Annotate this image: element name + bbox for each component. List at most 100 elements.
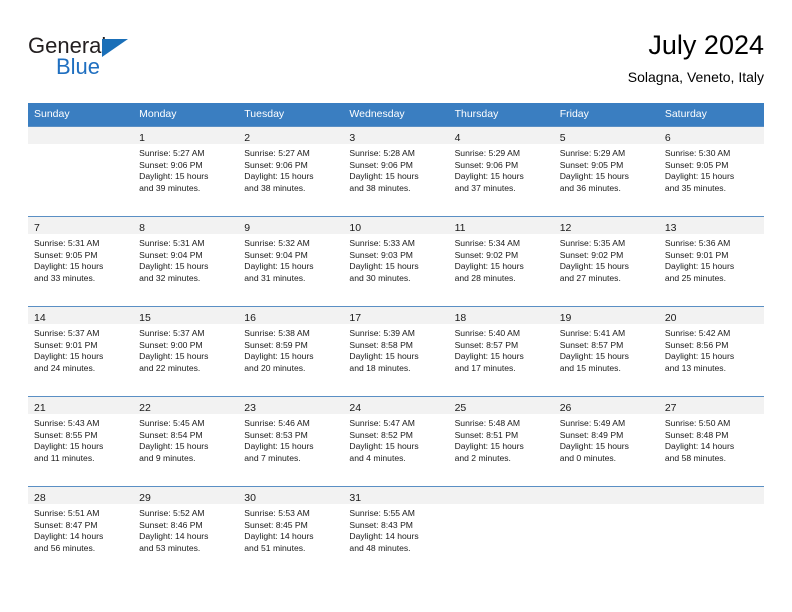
sunset-text: Sunset: 8:43 PM bbox=[349, 519, 413, 530]
daylight-text-line2: and 38 minutes. bbox=[244, 182, 306, 193]
sunrise-text: Sunrise: 5:29 AM bbox=[454, 148, 521, 158]
day-details: Sunrise: 5:34 AM Sunset: 9:02 PM Daylight:… bbox=[449, 234, 554, 284]
calendar-day-cell[interactable]: 9 Sunrise: 5:32 AM Sunset: 9:04 PM Daylight… bbox=[238, 216, 344, 306]
sunrise-text: Sunrise: 5:50 AM bbox=[664, 418, 731, 428]
sunset-text: Sunset: 8:57 PM bbox=[454, 339, 519, 350]
calendar-day-cell[interactable]: 12 Sunrise: 5:35 AM Sunset: 9:02 PM Dayligh… bbox=[553, 216, 659, 306]
sunrise-text: Sunrise: 5:39 AM bbox=[349, 328, 415, 338]
day-details: Sunrise: 5:50 AM Sunset: 8:48 PM Daylight:… bbox=[659, 414, 764, 464]
calendar-day-cell[interactable]: 10 Sunrise: 5:33 AM Sunset: 9:03 PM Dayligh… bbox=[343, 216, 449, 306]
day-number: 23 bbox=[244, 402, 256, 414]
sunrise-text: Sunrise: 5:43 AM bbox=[34, 418, 100, 428]
calendar-day-cell[interactable]: 4 Sunrise: 5:29 AM Sunset: 9:06 PM Daylight… bbox=[448, 126, 554, 216]
daylight-text-line1: Daylight: 15 hours bbox=[559, 351, 629, 362]
daylight-text-line2: and 36 minutes. bbox=[559, 182, 621, 193]
day-details: Sunrise: 5:29 AM Sunset: 9:06 PM Daylight:… bbox=[449, 144, 554, 194]
daylight-text-line2: and 7 minutes. bbox=[244, 452, 301, 463]
daylight-text-line2: and 28 minutes. bbox=[454, 272, 516, 283]
calendar-week-row: 1 Sunrise: 5:27 AM Sunset: 9:06 PM Daylight… bbox=[28, 126, 764, 216]
day-details: Sunrise: 5:42 AM Sunset: 8:56 PM Daylight:… bbox=[659, 324, 764, 374]
day-details: Sunrise: 5:27 AM Sunset: 9:06 PM Daylight:… bbox=[133, 144, 238, 194]
calendar-day-cell[interactable]: 27 Sunrise: 5:50 AM Sunset: 8:48 PM Dayligh… bbox=[658, 396, 764, 486]
daylight-text-line2: and 11 minutes. bbox=[34, 452, 95, 463]
daylight-text-line2: and 37 minutes. bbox=[454, 182, 516, 193]
day-number: 11 bbox=[454, 222, 466, 234]
day-number-band: 25 bbox=[448, 397, 554, 414]
calendar-day-cell[interactable]: 22 Sunrise: 5:45 AM Sunset: 8:54 PM Dayligh… bbox=[133, 396, 239, 486]
daylight-text-line2: and 38 minutes. bbox=[349, 182, 411, 193]
calendar-day-cell[interactable]: 28 Sunrise: 5:51 AM Sunset: 8:47 PM Dayligh… bbox=[28, 486, 134, 576]
daylight-text-line1: Daylight: 15 hours bbox=[454, 441, 524, 452]
daylight-text-line1: Daylight: 15 hours bbox=[454, 351, 524, 362]
sunset-text: Sunset: 8:51 PM bbox=[454, 429, 519, 440]
calendar-day-cell[interactable]: 16 Sunrise: 5:38 AM Sunset: 8:59 PM Dayligh… bbox=[238, 306, 344, 396]
page-title: July 2024 bbox=[648, 30, 764, 60]
day-details: Sunrise: 5:36 AM Sunset: 9:01 PM Daylight:… bbox=[659, 234, 764, 284]
calendar-day-cell[interactable]: 14 Sunrise: 5:37 AM Sunset: 9:01 PM Dayligh… bbox=[28, 306, 134, 396]
sunrise-text: Sunrise: 5:34 AM bbox=[454, 238, 521, 248]
calendar-week-row: 14 Sunrise: 5:37 AM Sunset: 9:01 PM Dayligh… bbox=[28, 306, 764, 396]
day-number-band: 13 bbox=[658, 217, 764, 234]
day-number: 2 bbox=[244, 132, 251, 144]
day-number: 31 bbox=[349, 492, 362, 504]
calendar-day-cell[interactable]: 1 Sunrise: 5:27 AM Sunset: 9:06 PM Daylight… bbox=[133, 126, 239, 216]
calendar-day-cell[interactable]: 24 Sunrise: 5:47 AM Sunset: 8:52 PM Dayligh… bbox=[343, 396, 449, 486]
daylight-text-line2: and 30 minutes. bbox=[349, 272, 411, 283]
calendar-day-cell[interactable]: 25 Sunrise: 5:48 AM Sunset: 8:51 PM Dayligh… bbox=[448, 396, 554, 486]
sunset-text: Sunset: 8:46 PM bbox=[139, 519, 203, 530]
calendar-day-cell[interactable]: 17 Sunrise: 5:39 AM Sunset: 8:58 PM Dayligh… bbox=[343, 306, 449, 396]
daylight-text-line1: Daylight: 15 hours bbox=[244, 441, 314, 452]
sunset-text: Sunset: 8:49 PM bbox=[559, 429, 624, 440]
day-number-band: 24 bbox=[343, 397, 449, 414]
calendar-day-cell[interactable]: 31 Sunrise: 5:55 AM Sunset: 8:43 PM Dayligh… bbox=[343, 486, 449, 576]
daylight-text-line2: and 17 minutes. bbox=[454, 362, 516, 373]
calendar-day-cell[interactable]: 21 Sunrise: 5:43 AM Sunset: 8:55 PM Dayligh… bbox=[28, 396, 134, 486]
sunrise-text: Sunrise: 5:31 AM bbox=[139, 238, 205, 248]
sunrise-text: Sunrise: 5:45 AM bbox=[139, 418, 205, 428]
calendar-day-cell[interactable]: 18 Sunrise: 5:40 AM Sunset: 8:57 PM Dayligh… bbox=[448, 306, 554, 396]
day-number: 25 bbox=[454, 402, 467, 414]
calendar-day-cell[interactable]: 20 Sunrise: 5:42 AM Sunset: 8:56 PM Dayligh… bbox=[658, 306, 764, 396]
daylight-text-line1: Daylight: 15 hours bbox=[244, 171, 314, 182]
calendar-day-cell[interactable]: 6 Sunrise: 5:30 AM Sunset: 9:05 PM Daylight… bbox=[658, 126, 764, 216]
calendar-day-cell[interactable]: 13 Sunrise: 5:36 AM Sunset: 9:01 PM Dayligh… bbox=[658, 216, 764, 306]
calendar-day-cell[interactable]: 15 Sunrise: 5:37 AM Sunset: 9:00 PM Dayligh… bbox=[133, 306, 239, 396]
sunrise-text: Sunrise: 5:47 AM bbox=[349, 418, 415, 428]
day-details: Sunrise: 5:47 AM Sunset: 8:52 PM Daylight:… bbox=[343, 414, 448, 464]
sunset-text: Sunset: 9:06 PM bbox=[349, 159, 413, 170]
calendar-day-cell[interactable]: 7 Sunrise: 5:31 AM Sunset: 9:05 PM Daylight… bbox=[28, 216, 134, 306]
day-number: 22 bbox=[139, 402, 151, 414]
calendar-day-cell[interactable]: 26 Sunrise: 5:49 AM Sunset: 8:49 PM Dayligh… bbox=[553, 396, 659, 486]
daylight-text-line1: Daylight: 15 hours bbox=[34, 441, 104, 452]
day-number-band: 31 bbox=[343, 487, 449, 504]
calendar-day-cell[interactable]: 11 Sunrise: 5:34 AM Sunset: 9:02 PM Dayligh… bbox=[448, 216, 554, 306]
sunrise-text: Sunrise: 5:52 AM bbox=[139, 508, 205, 518]
calendar-day-cell[interactable]: 23 Sunrise: 5:46 AM Sunset: 8:53 PM Dayligh… bbox=[238, 396, 344, 486]
sunrise-text: Sunrise: 5:27 AM bbox=[244, 148, 310, 158]
day-number: 20 bbox=[664, 312, 677, 324]
calendar-day-cell[interactable]: 19 Sunrise: 5:41 AM Sunset: 8:57 PM Dayligh… bbox=[553, 306, 659, 396]
daylight-text-line1: Daylight: 15 hours bbox=[559, 261, 629, 272]
calendar-day-cell[interactable]: 2 Sunrise: 5:27 AM Sunset: 9:06 PM Daylight… bbox=[238, 126, 344, 216]
calendar-day-cell[interactable]: 3 Sunrise: 5:28 AM Sunset: 9:06 PM Daylight… bbox=[343, 126, 449, 216]
daylight-text-line1: Daylight: 15 hours bbox=[664, 171, 735, 182]
day-details: Sunrise: 5:35 AM Sunset: 9:02 PM Daylight:… bbox=[554, 234, 659, 284]
weekday-header-thursday: Thursday bbox=[448, 103, 554, 126]
day-number: 1 bbox=[139, 132, 145, 144]
daylight-text-line1: Daylight: 15 hours bbox=[349, 441, 419, 452]
general-blue-logo[interactable]: General Blue bbox=[28, 34, 168, 88]
sunrise-text: Sunrise: 5:29 AM bbox=[559, 148, 626, 158]
day-details: Sunrise: 5:30 AM Sunset: 9:05 PM Daylight:… bbox=[659, 144, 764, 194]
calendar-week-row: 7 Sunrise: 5:31 AM Sunset: 9:05 PM Daylight… bbox=[28, 216, 764, 306]
day-number: 13 bbox=[664, 222, 677, 234]
day-number-band: 15 bbox=[133, 307, 239, 324]
day-number-band: 14 bbox=[28, 307, 134, 324]
sunset-text: Sunset: 8:45 PM bbox=[244, 519, 308, 530]
calendar-day-cell[interactable]: 5 Sunrise: 5:29 AM Sunset: 9:05 PM Daylight… bbox=[553, 126, 659, 216]
calendar-day-cell[interactable]: 30 Sunrise: 5:53 AM Sunset: 8:45 PM Dayligh… bbox=[238, 486, 344, 576]
calendar-day-cell[interactable]: 8 Sunrise: 5:31 AM Sunset: 9:04 PM Daylight… bbox=[133, 216, 239, 306]
day-details: Sunrise: 5:46 AM Sunset: 8:53 PM Daylight:… bbox=[238, 414, 343, 464]
day-number-band: 7 bbox=[28, 217, 134, 234]
daylight-text-line1: Daylight: 15 hours bbox=[244, 261, 314, 272]
calendar-day-cell[interactable]: 29 Sunrise: 5:52 AM Sunset: 8:46 PM Dayligh… bbox=[133, 486, 239, 576]
